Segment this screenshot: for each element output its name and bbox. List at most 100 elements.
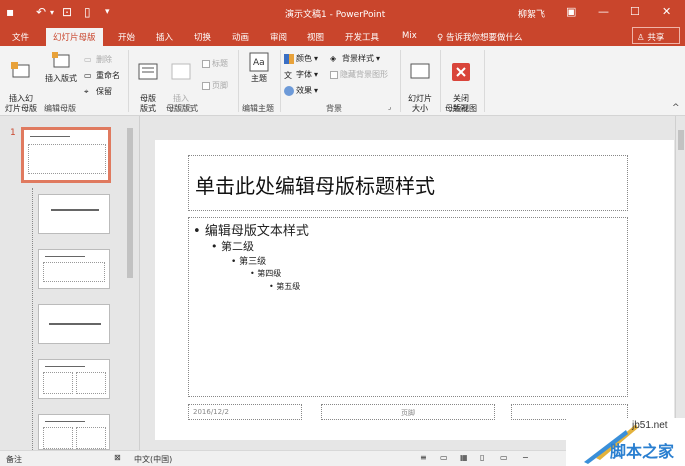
title-checkbox-box: [202, 59, 210, 68]
footers-checkbox[interactable]: 页脚: [202, 80, 228, 91]
master-layout-button[interactable]: 母版 版式: [134, 52, 162, 114]
background-styles-label: 背景样式: [342, 54, 374, 63]
themes-button[interactable]: Aa 主题: [244, 52, 274, 84]
delete-label: 删除: [96, 55, 112, 64]
tab-file[interactable]: 文件: [12, 31, 29, 43]
thumb-content-box: [43, 262, 105, 282]
spelling-check-icon[interactable]: ⊠: [114, 453, 121, 462]
undo-dropdown-icon[interactable]: ▾: [50, 8, 54, 17]
level-2-text: 第二级: [221, 240, 254, 253]
scrollbar-thumb[interactable]: [678, 130, 684, 150]
tab-animations[interactable]: 动画: [232, 31, 249, 43]
window-title: 演示文稿1 - PowerPoint: [285, 10, 386, 20]
collapse-ribbon-icon[interactable]: ^: [672, 103, 680, 113]
thumb-content-box: [43, 427, 73, 449]
thumb-title-line: [30, 136, 70, 137]
insert-slide-master-label: 插入幻 灯片母版: [5, 94, 37, 113]
delete-icon: ▭: [84, 54, 92, 64]
share-button[interactable]: ♙ 共享: [632, 27, 680, 44]
tab-slide-master[interactable]: 幻灯片母版: [46, 28, 103, 46]
thumb-title-line: [45, 421, 85, 422]
rename-icon: ▭: [84, 70, 92, 80]
close-master-view-icon: [451, 62, 471, 82]
effects-button[interactable]: 效果 ▾: [284, 85, 318, 96]
person-icon: ♙: [637, 33, 645, 43]
slideshow-icon[interactable]: ▭: [500, 453, 508, 462]
close-icon[interactable]: ✕: [662, 5, 671, 18]
slide-sorter-icon[interactable]: ▦: [460, 453, 468, 462]
layout-connector: [32, 188, 33, 450]
scrollbar-thumb[interactable]: [127, 128, 133, 278]
slide-editor: 单击此处编辑母版标题样式 • 编辑母版文本样式 • 第二级 • 第三级 • 第四…: [141, 116, 675, 450]
tell-me-search[interactable]: ♀ 告诉我你想要做什么: [437, 31, 522, 43]
thumb-content-box: [28, 144, 106, 174]
tab-review[interactable]: 审阅: [270, 31, 287, 43]
zoom-out-icon[interactable]: −: [522, 453, 529, 462]
colors-icon: [284, 53, 294, 64]
bullet-level-5: • 第五级: [269, 282, 301, 291]
background-dialog-launcher-icon[interactable]: ⌟: [388, 103, 391, 111]
group-separator: [484, 50, 485, 112]
slide-canvas[interactable]: 单击此处编辑母版标题样式 • 编辑母版文本样式 • 第二级 • 第三级 • 第四…: [155, 140, 674, 440]
bullet-level-1: • 编辑母版文本样式: [193, 224, 309, 239]
share-label: 共享: [647, 33, 665, 43]
minimize-icon[interactable]: —: [598, 5, 609, 18]
group-separator: [400, 50, 401, 112]
customize-toolbar-icon[interactable]: ▾: [105, 7, 110, 17]
hide-background-graphics-checkbox[interactable]: 隐藏背景图形: [330, 69, 388, 80]
thumbnail-scrollbar[interactable]: [126, 118, 134, 448]
ribbon-display-options-icon[interactable]: ▣: [566, 5, 576, 18]
user-name[interactable]: 柳絮飞: [518, 7, 545, 20]
insert-layout-button[interactable]: 插入版式: [42, 52, 80, 84]
thumb-content-box: [76, 372, 106, 394]
title-text: 单击此处编辑母版标题样式: [195, 174, 435, 198]
tab-mix[interactable]: Mix: [402, 31, 417, 41]
group-separator: [440, 50, 441, 112]
pin-icon: ⌖: [84, 86, 89, 96]
delete-button[interactable]: ▭ 删除: [84, 54, 112, 65]
layout-thumbnail[interactable]: [38, 249, 110, 289]
start-from-beginning-icon[interactable]: ⊡: [62, 5, 72, 19]
master-thumbnail[interactable]: [21, 127, 111, 183]
watermark-name: 脚本之家: [610, 442, 675, 461]
undo-icon[interactable]: ↶: [36, 5, 46, 19]
tab-transitions[interactable]: 切换: [194, 31, 211, 43]
layout-thumbnail[interactable]: [38, 359, 110, 399]
title-checkbox-label: 标题: [212, 59, 228, 68]
rename-button[interactable]: ▭ 重命名: [84, 70, 120, 81]
footer-text: 页脚: [401, 409, 415, 417]
language-status[interactable]: 中文(中国): [134, 454, 172, 465]
insert-slide-master-button[interactable]: 插入幻 灯片母版: [4, 52, 38, 114]
body-placeholder[interactable]: • 编辑母版文本样式 • 第二级 • 第三级 • 第四级 • 第五级: [188, 217, 628, 397]
layout-thumbnail[interactable]: [38, 304, 110, 344]
thumb-title-line: [49, 323, 101, 325]
footer-placeholder[interactable]: 页脚: [321, 404, 495, 420]
reading-view-icon[interactable]: ▯: [480, 453, 484, 462]
tab-view[interactable]: 视图: [307, 31, 324, 43]
new-file-icon[interactable]: ▯: [84, 5, 91, 19]
thumb-content-box: [76, 427, 106, 449]
fonts-icon: 文: [284, 70, 292, 80]
date-placeholder[interactable]: 2016/12/2: [188, 404, 302, 420]
normal-view-icon[interactable]: ▭: [440, 453, 448, 462]
editor-scrollbar[interactable]: [675, 116, 685, 450]
tab-home[interactable]: 开始: [118, 31, 135, 43]
notes-status: 备注: [6, 455, 22, 464]
layout-thumbnail[interactable]: [38, 414, 110, 450]
title-checkbox[interactable]: 标题: [202, 58, 228, 69]
slide-number: 1: [10, 128, 16, 138]
maximize-icon[interactable]: ☐: [630, 5, 640, 18]
fonts-button[interactable]: 文字体 ▾: [284, 69, 318, 80]
preserve-button[interactable]: ⌖ 保留: [84, 86, 112, 97]
background-styles-button[interactable]: ◈ 背景样式 ▾: [330, 53, 380, 64]
group-label-master-layout: 母版版式: [166, 104, 198, 113]
tab-insert[interactable]: 插入: [156, 31, 173, 43]
colors-button[interactable]: 颜色 ▾: [284, 53, 318, 64]
save-icon[interactable]: ▪: [6, 5, 14, 19]
layout-thumbnail[interactable]: [38, 194, 110, 234]
footers-checkbox-box: [202, 81, 210, 90]
footers-checkbox-label: 页脚: [212, 81, 228, 90]
tab-developer[interactable]: 开发工具: [345, 31, 379, 43]
title-placeholder[interactable]: 单击此处编辑母版标题样式: [188, 155, 628, 211]
notes-icon[interactable]: ≡: [420, 453, 427, 462]
